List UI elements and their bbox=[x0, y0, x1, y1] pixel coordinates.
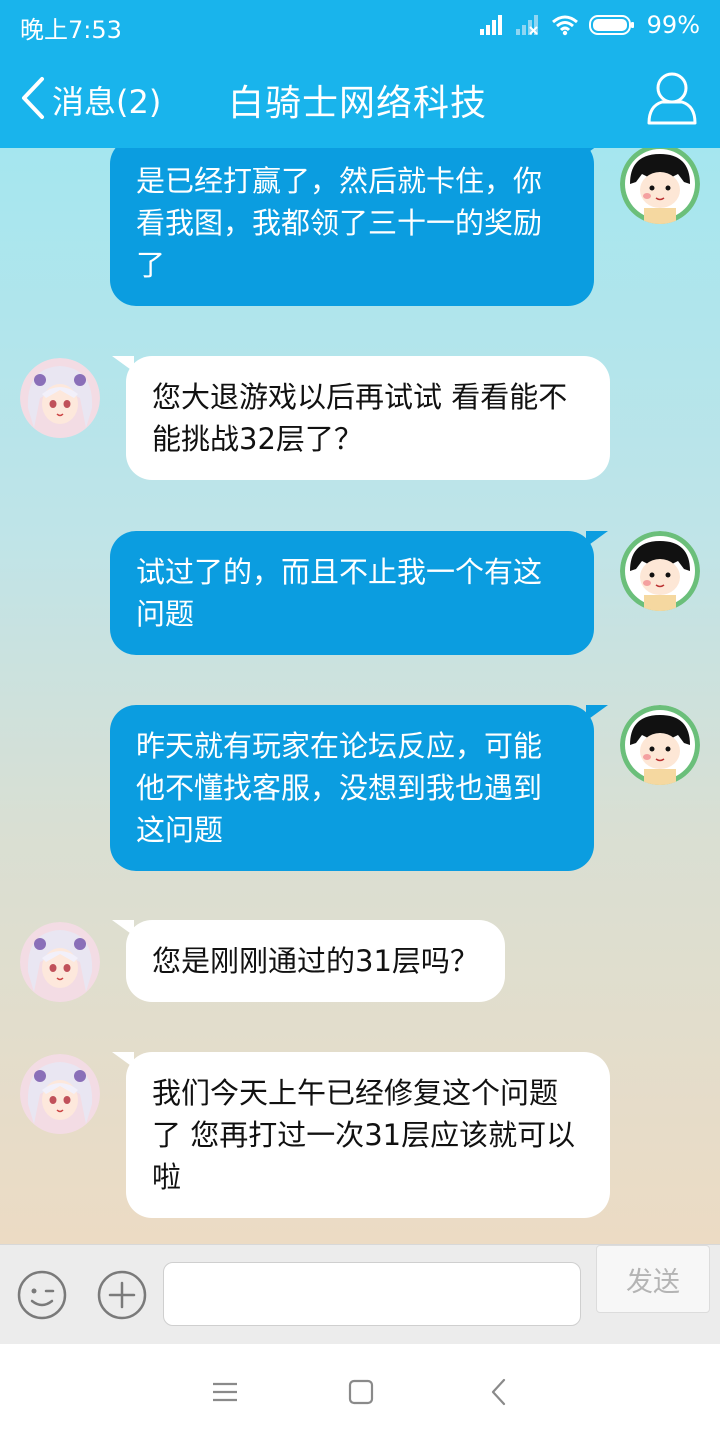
message-text: 我们今天上午已经修复这个问题了 您再打过一次31层应该就可以啦 bbox=[152, 1076, 576, 1194]
message-bubble-outgoing[interactable]: 试过了的，而且不止我一个有这问题 bbox=[110, 531, 608, 655]
system-nav-bar bbox=[0, 1344, 720, 1440]
input-bar: 发送 bbox=[0, 1244, 720, 1344]
message-bubble-incoming[interactable]: 我们今天上午已经修复这个问题了 您再打过一次31层应该就可以啦 bbox=[112, 1052, 610, 1218]
battery-icon bbox=[588, 14, 635, 36]
square-icon[interactable] bbox=[341, 1374, 381, 1410]
chat-area[interactable]: 是已经打赢了，然后就卡住，你看我图，我都领了三十一的奖励了 您大退游戏以后再试试… bbox=[0, 148, 720, 1244]
message-input[interactable] bbox=[163, 1262, 581, 1326]
user-avatar[interactable] bbox=[620, 705, 700, 785]
message-bubble-incoming[interactable]: 您是刚刚通过的31层吗？ bbox=[112, 920, 505, 1002]
agent-avatar[interactable] bbox=[20, 358, 100, 438]
plus-icon[interactable] bbox=[96, 1269, 148, 1321]
signal-icon bbox=[479, 14, 505, 36]
wifi-icon bbox=[551, 14, 579, 36]
message-bubble-outgoing[interactable]: 是已经打赢了，然后就卡住，你看我图，我都领了三十一的奖励了 bbox=[110, 148, 608, 306]
back-button[interactable]: 消息(2) bbox=[18, 76, 161, 124]
back-chevron-icon[interactable] bbox=[480, 1374, 520, 1410]
user-avatar[interactable] bbox=[620, 148, 700, 224]
send-button[interactable]: 发送 bbox=[596, 1245, 710, 1313]
agent-avatar[interactable] bbox=[20, 1054, 100, 1134]
agent-avatar[interactable] bbox=[20, 922, 100, 1002]
message-bubble-incoming[interactable]: 您大退游戏以后再试试 看看能不能挑战32层了？ bbox=[112, 356, 610, 480]
back-label: 消息(2) bbox=[52, 83, 162, 121]
title-bar: 消息(2) 白骑士网络科技 bbox=[0, 50, 720, 148]
signal-2-icon bbox=[515, 14, 541, 36]
smiley-icon[interactable] bbox=[16, 1269, 68, 1321]
message-bubble-outgoing[interactable]: 昨天就有玩家在论坛反应，可能他不懂找客服，没想到我也遇到这问题 bbox=[110, 705, 608, 871]
menu-icon[interactable] bbox=[205, 1374, 245, 1410]
user-avatar[interactable] bbox=[620, 531, 700, 611]
message-text: 试过了的，而且不止我一个有这问题 bbox=[136, 555, 543, 631]
chevron-left-icon bbox=[18, 75, 48, 125]
battery-percent: 99% bbox=[646, 11, 700, 39]
status-icons: 99% bbox=[479, 8, 700, 42]
status-bar: 晚上7:53 99% bbox=[0, 0, 720, 50]
chat-title: 白骑士网络科技 bbox=[228, 83, 488, 124]
message-text: 是已经打赢了，然后就卡住，你看我图，我都领了三十一的奖励了 bbox=[136, 164, 543, 282]
message-text: 您大退游戏以后再试试 看看能不能挑战32层了？ bbox=[152, 380, 568, 456]
top-bar: 晚上7:53 99% 消息(2) 白骑士网络科技 bbox=[0, 0, 720, 148]
message-text: 昨天就有玩家在论坛反应，可能他不懂找客服，没想到我也遇到这问题 bbox=[136, 729, 543, 847]
person-icon[interactable] bbox=[646, 70, 698, 126]
status-time: 晚上7:53 bbox=[20, 16, 122, 44]
message-text: 您是刚刚通过的31层吗？ bbox=[152, 944, 479, 978]
